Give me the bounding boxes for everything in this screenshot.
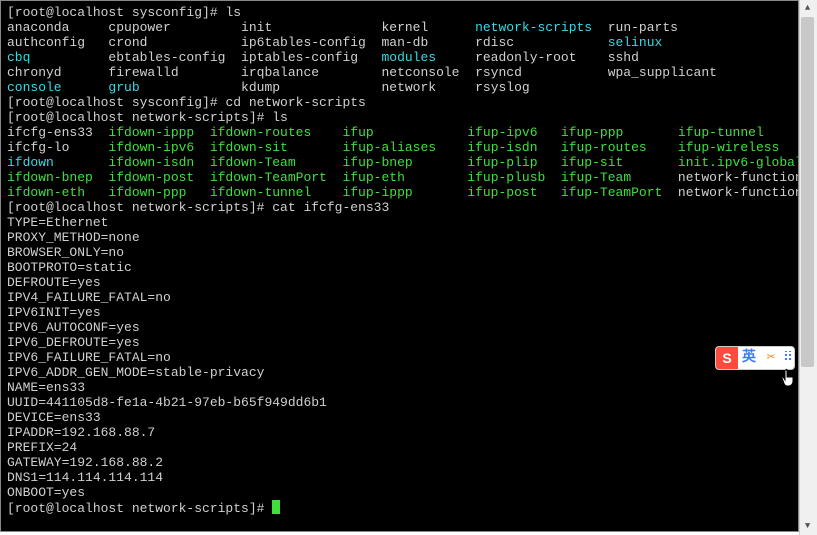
ls-output-row: chronyd firewalld irqbalance netconsole … [7,65,717,80]
cat-line: GATEWAY=192.168.88.2 [7,455,163,470]
cat-line: DEVICE=ens33 [7,410,101,425]
dir-cbq: cbq [7,50,30,65]
cat-line: DEFROUTE=yes [7,275,101,290]
cat-line: IPADDR=192.168.88.7 [7,425,155,440]
cat-line: IPV6_DEFROUTE=yes [7,335,140,350]
prompt: [root@localhost sysconfig]# [7,5,225,20]
cat-line: UUID=441105d8-fe1a-4b21-97eb-b65f949dd6b… [7,395,327,410]
cat-line: IPV6_ADDR_GEN_MODE=stable-privacy [7,365,264,380]
dir-selinux: selinux [608,35,663,50]
ime-scissor-icon[interactable]: ✂ [760,351,782,366]
cat-line: PROXY_METHOD=none [7,230,140,245]
prompt: [root@localhost network-scripts]# [7,110,272,125]
command: cat ifcfg-ens33 [272,200,389,215]
cat-line: NAME=ens33 [7,380,85,395]
terminal-cursor [272,500,280,514]
cat-line: IPV6_FAILURE_FATAL=no [7,350,171,365]
cat-line: DNS1=114.114.114.114 [7,470,163,485]
dir-modules: modules [381,50,436,65]
cat-line: BROWSER_ONLY=no [7,245,124,260]
dir-grub: grub [108,80,139,95]
ime-toolbar[interactable]: S 英 ✂ ⠿ [715,346,795,370]
ime-lang-button[interactable]: 英 [738,351,760,366]
cat-line: TYPE=Ethernet [7,215,108,230]
ls-output-row: ifdown ifdown-isdn ifdown-Team ifup-bnep… [7,155,799,170]
ime-logo-icon[interactable]: S [716,347,738,369]
command: cd network-scripts [225,95,365,110]
scroll-up-button[interactable]: ▲ [800,0,815,17]
terminal-output[interactable]: [root@localhost sysconfig]# ls anaconda … [0,0,799,532]
dir-console: console [7,80,62,95]
command: ls [272,110,288,125]
ls-output-row: ifdown-eth ifdown-ppp ifdown-tunnel ifup… [7,185,799,200]
cat-line: BOOTPROTO=static [7,260,132,275]
cat-line: ONBOOT=yes [7,485,85,500]
scroll-down-button[interactable]: ▼ [800,518,815,535]
cat-line: IPV4_FAILURE_FATAL=no [7,290,171,305]
cat-line: IPV6INIT=yes [7,305,101,320]
ls-output-row: authconfig crond ip6tables-config man-db… [7,35,662,50]
cat-line: PREFIX=24 [7,440,77,455]
ls-output-row: anaconda cpupower init kernel network-sc… [7,20,678,35]
ime-grid-icon[interactable]: ⠿ [782,351,794,366]
vertical-scrollbar[interactable]: ▲ ▼ [799,0,817,535]
cat-line: IPV6_AUTOCONF=yes [7,320,140,335]
ls-output-row: ifcfg-ens33 ifdown-ippp ifdown-routes if… [7,125,764,140]
prompt: [root@localhost sysconfig]# [7,95,225,110]
dir-network-scripts: network-scripts [475,20,592,35]
ls-output-row: ifdown-bnep ifdown-post ifdown-TeamPort … [7,170,799,185]
scrollbar-thumb[interactable] [801,17,814,367]
prompt: [root@localhost network-scripts]# [7,200,272,215]
command: ls [225,5,241,20]
ls-output-row: ifcfg-lo ifdown-ipv6 ifdown-sit ifup-ali… [7,140,779,155]
ls-output-row: cbq ebtables-config iptables-config modu… [7,50,639,65]
prompt: [root@localhost network-scripts]# [7,501,272,516]
ls-output-row: console grub kdump network rsyslog [7,80,530,95]
